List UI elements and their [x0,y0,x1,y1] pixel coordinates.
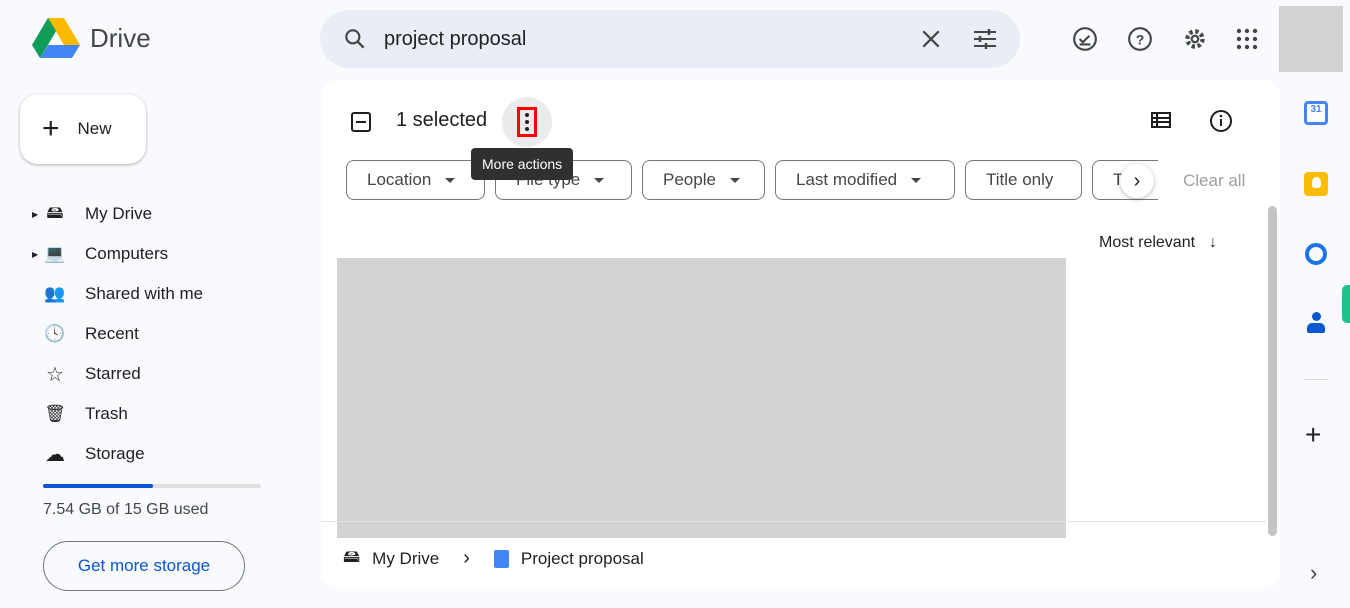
star-icon: ☆ [46,363,64,386]
scrollbar[interactable] [1268,206,1277,536]
ready-for-offline-icon[interactable] [1068,22,1102,56]
breadcrumb-my-drive[interactable]: My Drive [372,549,439,569]
caret-down-icon [911,177,922,183]
selection-count: 1 selected [396,109,488,131]
calendar-icon[interactable]: 31 [1304,101,1328,125]
chevron-right-icon: › [1133,169,1141,192]
expand-side-panel-icon[interactable]: › [1310,560,1317,586]
sidebar-item-recent[interactable]: 🕓 Recent [30,314,290,354]
doc-icon [493,549,509,568]
filter-title-only[interactable]: Title only [965,160,1082,200]
main-panel: 1 selected More actions Location File ty… [321,80,1280,588]
tasks-icon[interactable] [1305,243,1327,265]
caret-down-icon [729,177,740,183]
sort-label: Most relevant [1099,234,1196,251]
people-icon: 👥 [44,284,66,303]
filter-label: Location [367,170,432,189]
contacts-icon[interactable] [1307,312,1325,334]
sidebar-item-label: Starred [85,364,141,383]
divider [321,521,1266,522]
divider [1303,379,1329,380]
more-actions-button[interactable] [502,97,552,147]
apps-grid-icon[interactable] [1230,22,1264,56]
new-label: New [77,119,112,138]
clear-all-button[interactable]: Clear all [1183,171,1245,191]
clear-search-icon[interactable] [920,28,942,50]
keep-icon[interactable] [1304,172,1328,196]
caret-down-icon [445,177,456,183]
clock-icon: 🕓 [44,324,66,343]
sidebar-item-label: Recent [85,324,139,343]
scroll-filters-right-button[interactable]: › [1120,164,1154,198]
settings-icon[interactable] [1178,22,1212,56]
search-input[interactable]: project proposal [384,28,920,51]
storage-bar [43,484,261,488]
tooltip: More actions [471,148,574,180]
chevron-right-icon: › [463,547,470,569]
sidebar-item-my-drive[interactable]: ▶ 🖴 My Drive [30,194,290,234]
sidebar-item-storage[interactable]: ☁ Storage [30,434,290,474]
sidebar-item-label: My Drive [85,204,153,223]
sidebar-item-label: Computers [85,244,169,263]
filter-people[interactable]: People [642,160,765,200]
sidebar-item-shared[interactable]: 👥 Shared with me [30,274,290,314]
search-bar[interactable]: project proposal [320,10,1020,68]
info-icon[interactable] [1209,109,1233,133]
breadcrumb: 🖴 My Drive › Project proposal [343,544,644,573]
account-avatar[interactable] [1279,6,1343,72]
filter-location[interactable]: Location [346,160,485,200]
search-options-icon[interactable] [972,27,998,51]
search-icon[interactable] [342,26,368,52]
list-view-icon[interactable] [1150,110,1172,130]
app-name: Drive [90,22,151,53]
deselect-checkbox-icon[interactable] [350,111,372,133]
cloud-icon: ☁ [45,443,65,466]
sidebar-item-computers[interactable]: ▶ 💻 Computers [30,234,290,274]
sidebar-item-starred[interactable]: ☆ Starred [30,354,290,394]
active-indicator [1342,285,1350,323]
drive-logo[interactable]: Drive [32,18,151,58]
my-drive-icon: 🖴 [343,547,361,566]
drive-logo-icon [32,18,80,58]
breadcrumb-file[interactable]: Project proposal [521,549,644,569]
filter-label: Last modified [796,170,898,189]
new-button[interactable]: + New [20,94,146,164]
sidebar-item-label: Trash [85,404,128,423]
storage-used: 7.54 GB of 15 GB used [43,501,209,518]
filter-label: People [663,170,716,189]
filter-last-modified[interactable]: Last modified [775,160,955,200]
sort-button[interactable]: Most relevant ↓ [1099,234,1217,252]
sidebar-item-label: Shared with me [85,284,204,303]
file-preview[interactable] [337,258,1066,538]
caret-down-icon [594,177,605,183]
svg-text:?: ? [1136,31,1145,47]
help-icon[interactable]: ? [1123,22,1157,56]
plus-icon: + [42,112,60,145]
computers-icon: 💻 [44,244,66,263]
my-drive-icon: 🖴 [46,202,64,222]
sidebar-item-trash[interactable]: 🗑 Trash [30,394,290,434]
more-vert-icon [517,107,537,137]
sidebar-nav: ▶ 🖴 My Drive ▶ 💻 Computers 👥 Shared with me 🕓… [30,194,290,474]
filter-label: Title only [986,170,1054,189]
arrow-down-icon: ↓ [1209,234,1218,251]
trash-icon: 🗑 [44,404,66,423]
sidebar-item-label: Storage [85,444,145,463]
get-more-storage-button[interactable]: Get more storage [43,541,245,591]
add-addon-icon[interactable]: + [1305,419,1321,451]
